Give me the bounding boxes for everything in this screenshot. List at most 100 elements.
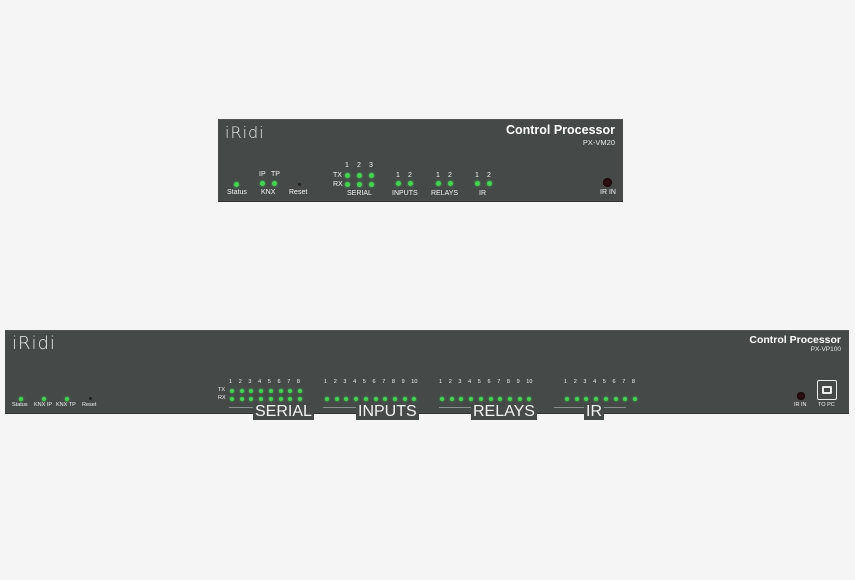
rx-label: RX	[333, 181, 343, 188]
reset-label: Reset	[289, 189, 308, 196]
channel-number: 2	[573, 379, 577, 385]
channel-led	[412, 397, 417, 401]
channel-number: 5	[602, 379, 606, 385]
control-processor-px-vp100: iRidi Control Processor PX-VP100 Status …	[5, 330, 849, 420]
ir-receiver-window	[797, 392, 805, 400]
ir-label: IR	[479, 190, 486, 197]
tx-led	[249, 389, 254, 393]
channel-number: 5	[477, 379, 481, 385]
knx-ip-led	[260, 181, 265, 186]
ir-channel-number: 2	[487, 172, 491, 179]
reset-button[interactable]	[298, 183, 301, 186]
channel-number: 2	[238, 379, 242, 385]
channel-number: 4	[593, 379, 597, 385]
tx-label: TX	[333, 172, 342, 179]
channel-number: 5	[267, 379, 271, 385]
channel-number: 1	[564, 379, 568, 385]
input-led	[408, 181, 413, 186]
channel-number: 6	[487, 379, 491, 385]
ir-in-label: IR IN	[600, 189, 616, 196]
tx-led	[259, 389, 264, 393]
tx-led	[230, 389, 234, 393]
ir-receiver-window	[603, 178, 612, 187]
serial-tx-led	[345, 173, 350, 178]
channel-number: 7	[287, 379, 291, 385]
knx-tp-led	[65, 397, 69, 401]
rx-led	[297, 397, 302, 401]
channel-led	[469, 397, 474, 401]
channel-led	[498, 397, 503, 401]
channel-led	[584, 397, 589, 401]
device-title: Control Processor	[749, 334, 841, 346]
channel-number: 6	[277, 379, 281, 385]
reset-button[interactable]	[89, 397, 92, 400]
channel-led	[632, 397, 637, 401]
channel-number: 7	[382, 379, 386, 385]
iridi-logo: iRidi	[12, 333, 56, 354]
reset-label: Reset	[82, 402, 97, 408]
serial-channel-number: 1	[345, 162, 349, 169]
inputs-label: INPUTS	[392, 190, 418, 197]
serial-channel-number: 2	[357, 162, 361, 169]
channel-number: 10	[526, 379, 533, 385]
input-led	[396, 181, 401, 186]
inputs-label: INPUTS	[356, 403, 419, 420]
serial-rx-led	[345, 182, 350, 187]
channel-number: 2	[333, 379, 337, 385]
channel-number: 7	[497, 379, 501, 385]
status-led	[19, 397, 23, 401]
knx-ip-label: IP	[259, 171, 266, 178]
channel-led	[603, 397, 608, 401]
knx-tp-label: KNX TP	[56, 402, 76, 408]
channel-led	[488, 397, 493, 401]
ir-in-label: IR IN	[794, 402, 807, 408]
relays-label: RELAYS	[431, 190, 459, 197]
relays-channel-number: 1	[436, 172, 440, 179]
channel-number: 6	[612, 379, 616, 385]
channel-led	[449, 397, 454, 401]
iridi-logo: iRidi	[225, 123, 265, 142]
tx-led	[239, 389, 244, 393]
relay-led	[448, 181, 453, 186]
channel-number: 1	[439, 379, 443, 385]
channel-led	[478, 397, 483, 401]
channel-led	[623, 397, 628, 401]
channel-led	[325, 397, 329, 401]
rx-label: RX	[218, 395, 226, 401]
channel-led	[440, 397, 444, 401]
channel-number: 1	[324, 379, 328, 385]
rx-led	[230, 397, 234, 401]
channel-number: 8	[506, 379, 510, 385]
knx-ip-led	[42, 397, 46, 401]
channel-number: 8	[391, 379, 395, 385]
rx-led	[268, 397, 273, 401]
usb-port-icon[interactable]	[817, 380, 837, 400]
channel-number: 9	[516, 379, 520, 385]
ir-led	[487, 181, 492, 186]
control-processor-px-vm20: iRidi Control Processor PX-VM20 Status I…	[218, 119, 623, 201]
rx-led	[278, 397, 283, 401]
knx-tp-led	[272, 181, 277, 186]
channel-number: 7	[622, 379, 626, 385]
channel-led	[594, 397, 599, 401]
channel-led	[507, 397, 512, 401]
ir-label: IR	[584, 403, 604, 420]
relays-label: RELAYS	[471, 403, 537, 420]
channel-led	[344, 397, 349, 401]
channel-number: 2	[448, 379, 452, 385]
tx-led	[278, 389, 283, 393]
serial-label: SERIAL	[253, 403, 314, 420]
ir-led	[475, 181, 480, 186]
channel-led	[459, 397, 464, 401]
channel-led	[373, 397, 378, 401]
device-title: Control Processor	[505, 123, 615, 137]
serial-label: SERIAL	[347, 190, 372, 197]
channel-number: 9	[401, 379, 405, 385]
channel-number: 6	[372, 379, 376, 385]
serial-channel-number: 3	[369, 162, 373, 169]
channel-led	[517, 397, 522, 401]
serial-rx-led	[369, 182, 374, 187]
channel-number: 1	[229, 379, 233, 385]
channel-number: 3	[248, 379, 252, 385]
channel-number: 3	[343, 379, 347, 385]
